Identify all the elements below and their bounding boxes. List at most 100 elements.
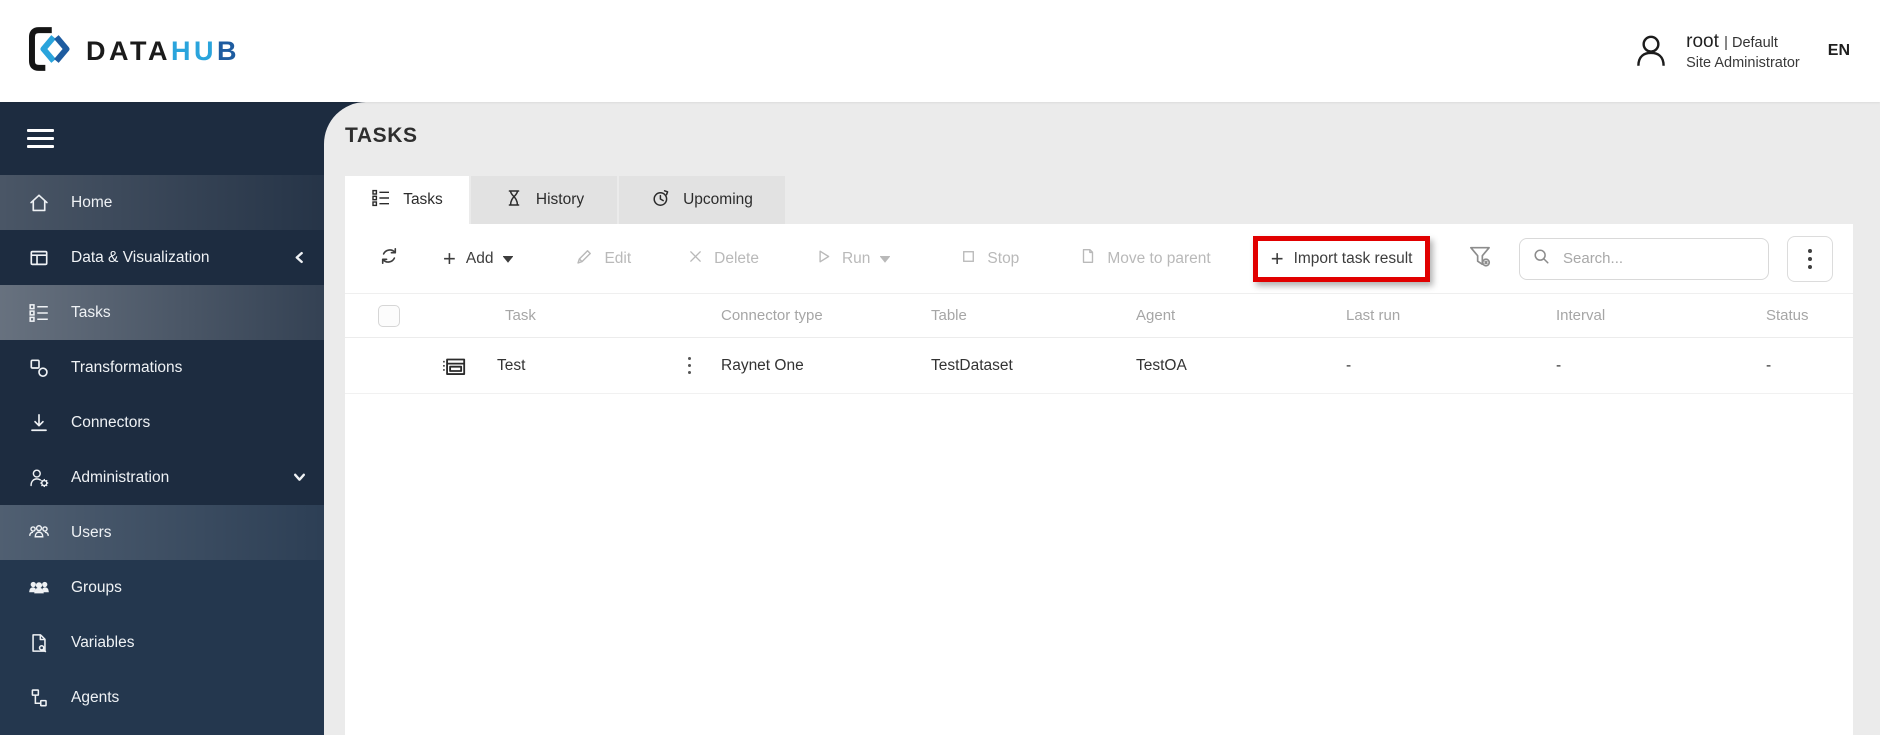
- plus-icon: +: [1270, 245, 1284, 271]
- sidebar-item-users[interactable]: Users: [0, 505, 324, 560]
- search-icon: [1532, 247, 1551, 271]
- column-header-last-run[interactable]: Last run: [1340, 307, 1550, 324]
- column-header-table[interactable]: Table: [925, 307, 1130, 324]
- row-actions-button[interactable]: [687, 355, 691, 376]
- tasks-icon: [371, 188, 391, 213]
- content-area: TASKS Tasks History Upcoming + Add Edit …: [324, 102, 1880, 735]
- hamburger-icon: [27, 129, 54, 148]
- move-to-parent-button-label: Move to parent: [1107, 249, 1211, 267]
- sidebar-item-groups[interactable]: Groups: [0, 560, 324, 615]
- refresh-button[interactable]: [379, 246, 399, 271]
- delete-button[interactable]: Delete: [687, 248, 759, 270]
- connectors-icon: [27, 412, 51, 434]
- run-button[interactable]: Run: [815, 248, 891, 270]
- cell-agent: TestOA: [1136, 356, 1187, 374]
- filter-clear-icon: [1467, 243, 1493, 274]
- users-icon: [27, 522, 51, 544]
- column-header-task[interactable]: Task: [415, 307, 715, 324]
- column-header-connector-type[interactable]: Connector type: [715, 307, 925, 324]
- data-visualization-icon: [27, 247, 51, 269]
- search-input[interactable]: [1561, 249, 1756, 268]
- sidebar-item-connectors[interactable]: Connectors: [0, 395, 324, 450]
- delete-button-label: Delete: [714, 249, 759, 267]
- sidebar-item-label: Connectors: [71, 413, 151, 431]
- document-icon: [1079, 247, 1097, 270]
- add-button[interactable]: + Add: [443, 245, 515, 271]
- logo-text-light: HU: [170, 35, 217, 66]
- clear-filter-button[interactable]: [1467, 243, 1493, 274]
- move-to-parent-button[interactable]: Move to parent: [1079, 247, 1211, 270]
- import-task-result-label: Import task result: [1293, 249, 1413, 267]
- app-window: DATAHUB root | Default Site Administrato…: [0, 0, 1880, 735]
- play-icon: [815, 248, 832, 270]
- edit-button[interactable]: Edit: [575, 247, 631, 271]
- groups-icon: [27, 577, 51, 599]
- sidebar-item-agents[interactable]: Agents: [0, 670, 324, 725]
- task-name: Test: [497, 356, 526, 374]
- stop-icon: [960, 248, 977, 270]
- tab-tasks[interactable]: Tasks: [345, 176, 469, 224]
- tab-history[interactable]: History: [471, 176, 617, 224]
- top-header: DATAHUB root | Default Site Administrato…: [0, 0, 1880, 102]
- table-header-row: Task Connector type Table Agent Last run…: [345, 294, 1853, 338]
- sidebar-item-home[interactable]: Home: [0, 175, 324, 230]
- sidebar-item-label: Home: [71, 193, 113, 211]
- search-box: [1519, 237, 1769, 280]
- sidebar-item-tasks[interactable]: Tasks: [0, 285, 324, 340]
- user-role: Site Administrator: [1686, 54, 1800, 71]
- user-account: Default: [1731, 35, 1778, 52]
- x-icon: [687, 248, 704, 270]
- page-title: TASKS: [345, 124, 418, 147]
- edit-button-label: Edit: [604, 249, 632, 267]
- kebab-icon: [1808, 248, 1812, 253]
- sidebar-item-label: Users: [71, 523, 112, 541]
- sidebar-item-label: Agents: [71, 688, 120, 706]
- sidebar-item-label: Tasks: [71, 303, 111, 321]
- user-avatar-icon[interactable]: [1630, 30, 1672, 72]
- administration-icon: [27, 467, 51, 489]
- content-wrap: TASKS Tasks History Upcoming + Add Edit …: [324, 102, 1880, 735]
- sidebar-item-label: Administration: [71, 468, 170, 486]
- table-row[interactable]: Test Raynet One TestDataset TestOA - - -: [345, 338, 1853, 394]
- cell-status: -: [1766, 356, 1772, 374]
- plus-icon: +: [443, 245, 456, 271]
- sidebar-item-administration[interactable]: Administration: [0, 450, 324, 505]
- sidebar: Home Data & Visualization Tasks Transfor…: [0, 102, 324, 735]
- datahub-logo-icon: [26, 26, 72, 77]
- tab-label: Tasks: [403, 191, 443, 208]
- sidebar-item-transformations[interactable]: Transformations: [0, 340, 324, 395]
- task-type-icon: [441, 353, 467, 379]
- datahub-logo[interactable]: DATAHUB: [0, 26, 240, 77]
- upcoming-clock-icon: [651, 188, 671, 213]
- sidebar-item-variables[interactable]: Variables: [0, 615, 324, 670]
- user-info[interactable]: root | Default Site Administrator: [1686, 30, 1800, 72]
- user-name-line: root | Default: [1686, 30, 1800, 54]
- column-header-status[interactable]: Status: [1760, 307, 1853, 324]
- kebab-icon: [687, 356, 691, 361]
- more-options-button[interactable]: [1787, 235, 1833, 282]
- user-name: root: [1686, 31, 1719, 53]
- sidebar-item-label: Transformations: [71, 358, 183, 376]
- variables-icon: [27, 632, 51, 654]
- stop-button[interactable]: Stop: [960, 248, 1019, 270]
- logo-text-dark: DATA: [86, 35, 171, 66]
- language-selector[interactable]: EN: [1828, 42, 1850, 60]
- sidebar-item-label: Variables: [71, 633, 135, 651]
- chevron-left-icon: [293, 251, 306, 264]
- stop-button-label: Stop: [987, 249, 1020, 267]
- import-task-result-button[interactable]: + Import task result: [1270, 245, 1413, 271]
- toolbar: + Add Edit Delete Run Stop Move to paren…: [345, 224, 1853, 294]
- transformations-icon: [27, 357, 51, 379]
- sidebar-item-data-visualization[interactable]: Data & Visualization: [0, 230, 324, 285]
- sidebar-item-label: Data & Visualization: [71, 248, 210, 266]
- column-header-interval[interactable]: Interval: [1550, 307, 1760, 324]
- hamburger-menu-button[interactable]: [0, 102, 324, 175]
- column-header-agent[interactable]: Agent: [1130, 307, 1340, 324]
- sidebar-item-label: Groups: [71, 578, 122, 596]
- tab-upcoming[interactable]: Upcoming: [619, 176, 785, 224]
- tab-label: History: [535, 191, 585, 208]
- select-all-checkbox[interactable]: [378, 304, 400, 327]
- run-button-label: Run: [841, 249, 871, 267]
- tab-bar: Tasks History Upcoming: [345, 176, 1880, 224]
- select-all-cell: [345, 304, 415, 327]
